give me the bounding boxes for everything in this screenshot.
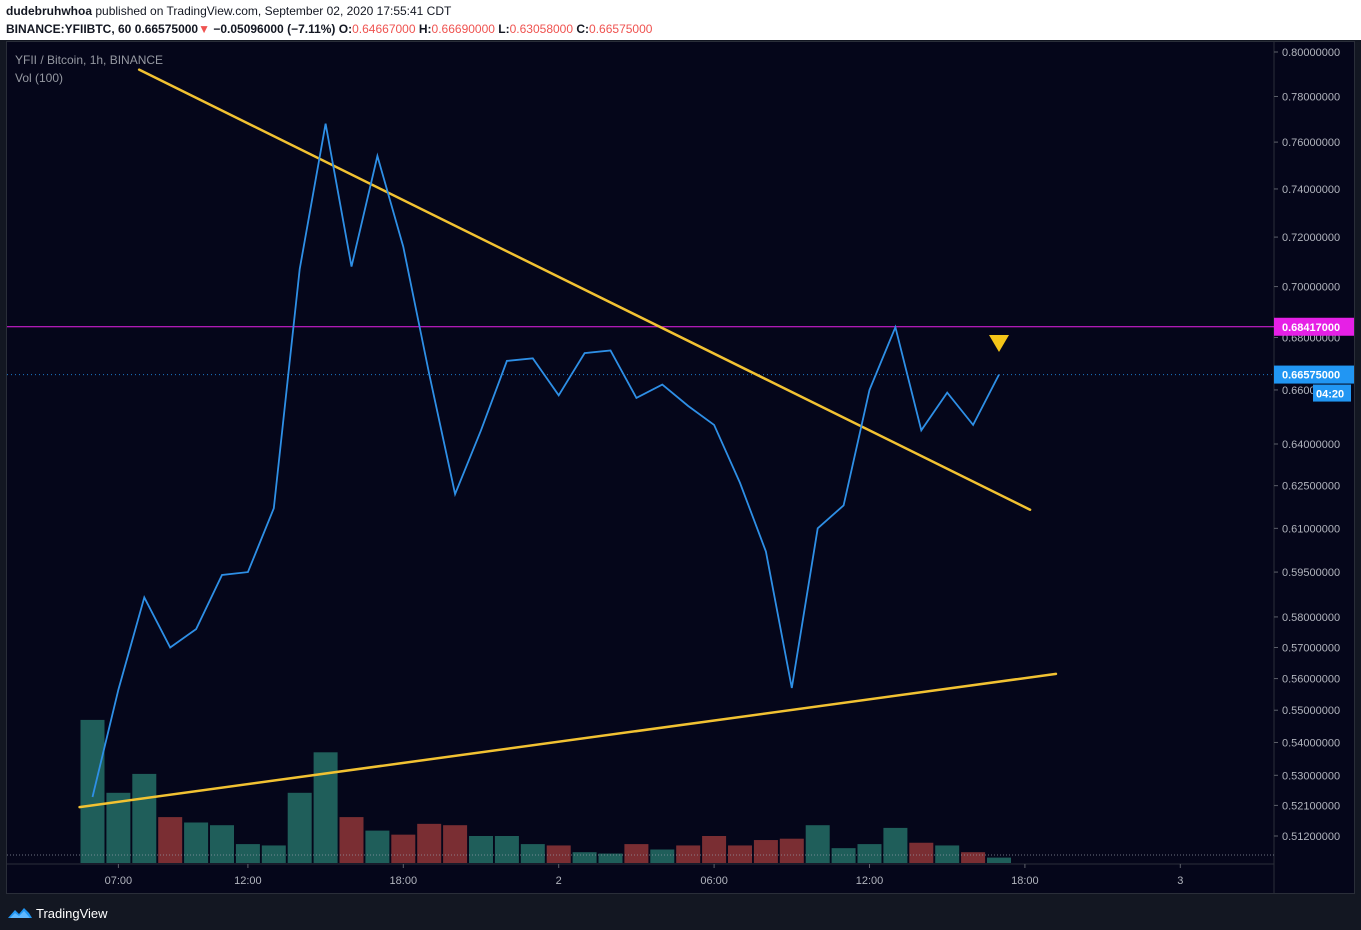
volume-bar bbox=[779, 838, 804, 863]
volume-bar bbox=[417, 823, 442, 863]
price-axis-label: 0.58000000 bbox=[1282, 612, 1340, 624]
volume-bar bbox=[261, 845, 286, 863]
volume-bar bbox=[469, 836, 493, 863]
volume-bar bbox=[158, 817, 183, 863]
volume-bar bbox=[857, 844, 882, 863]
volume-bar bbox=[391, 834, 416, 863]
horizontal-level-label: 0.68417000 bbox=[1282, 322, 1340, 334]
volume-bar bbox=[235, 844, 260, 863]
volume-bar bbox=[443, 825, 468, 863]
price-axis-label: 0.64000000 bbox=[1282, 439, 1340, 451]
volume-bar bbox=[676, 845, 701, 863]
volume-bar bbox=[987, 857, 1011, 863]
price-axis-label: 0.53000000 bbox=[1282, 770, 1340, 782]
tradingview-brand-text: TradingView bbox=[36, 905, 108, 921]
price-axis-label: 0.74000000 bbox=[1282, 184, 1340, 196]
time-axis-label: 18:00 bbox=[390, 875, 418, 887]
price-axis-label: 0.51200000 bbox=[1282, 831, 1340, 843]
volume-bar bbox=[831, 848, 856, 863]
volume-bar bbox=[883, 827, 908, 863]
volume-bar bbox=[624, 844, 649, 863]
price-axis-label: 0.78000000 bbox=[1282, 91, 1340, 103]
tradingview-cloud-icon bbox=[8, 908, 32, 918]
trendline bbox=[78, 672, 1058, 809]
time-axis-label: 3 bbox=[1177, 875, 1183, 887]
price-axis-label: 0.52100000 bbox=[1282, 800, 1340, 812]
series-legend[interactable]: YFII / Bitcoin, 1h, BINANCE bbox=[15, 53, 163, 67]
price-axis-label: 0.80000000 bbox=[1282, 47, 1340, 59]
time-axis-label: 07:00 bbox=[105, 875, 133, 887]
price-axis-label: 0.57000000 bbox=[1282, 642, 1340, 654]
price-axis-label: 0.54000000 bbox=[1282, 737, 1340, 749]
time-axis-label: 2 bbox=[556, 875, 562, 887]
footer-bar bbox=[0, 896, 1361, 930]
price-series-line bbox=[91, 123, 1000, 798]
volume-bar bbox=[287, 792, 312, 863]
volume-bar bbox=[494, 836, 519, 863]
volume-legend[interactable]: Vol (100) bbox=[15, 71, 63, 85]
price-axis-label: 0.55000000 bbox=[1282, 705, 1340, 717]
volume-bar bbox=[572, 852, 597, 863]
sell-signal-marker bbox=[989, 334, 1009, 352]
volume-bar bbox=[132, 773, 157, 863]
time-axis-label: 18:00 bbox=[1011, 875, 1039, 887]
volume-bar bbox=[805, 825, 830, 863]
volume-bar bbox=[753, 840, 778, 863]
volume-bar bbox=[80, 719, 105, 863]
volume-bar bbox=[184, 822, 209, 863]
volume-bar bbox=[365, 830, 390, 863]
price-axis-label: 0.61000000 bbox=[1282, 523, 1340, 535]
volume-bar bbox=[935, 845, 960, 863]
price-axis-label: 0.76000000 bbox=[1282, 137, 1340, 149]
current-price-label: 0.66575000 bbox=[1282, 370, 1340, 382]
price-axis-label: 0.56000000 bbox=[1282, 674, 1340, 686]
volume-bar bbox=[909, 842, 934, 863]
volume-bar bbox=[702, 836, 727, 863]
tradingview-logo[interactable]: TradingView bbox=[7, 904, 108, 922]
price-axis-label: 0.62500000 bbox=[1282, 481, 1340, 493]
price-axis-label: 0.72000000 bbox=[1282, 232, 1340, 244]
volume-bar bbox=[961, 852, 986, 863]
volume-bar bbox=[210, 825, 234, 863]
volume-bar bbox=[313, 752, 338, 863]
volume-bar bbox=[650, 849, 675, 863]
volume-bar bbox=[728, 845, 752, 863]
price-axis-label: 0.59500000 bbox=[1282, 567, 1340, 579]
volume-bar bbox=[546, 845, 571, 863]
time-axis-label: 12:00 bbox=[856, 875, 884, 887]
volume-bar bbox=[520, 844, 545, 863]
time-axis-label: 12:00 bbox=[234, 875, 262, 887]
price-axis-label: 0.70000000 bbox=[1282, 282, 1340, 294]
time-axis-label: 06:00 bbox=[700, 875, 728, 887]
trendline bbox=[137, 68, 1032, 511]
price-chart[interactable]: 0.80000000 0.78000000 0.76000000 0.74000000… bbox=[0, 0, 1361, 930]
volume-bar bbox=[339, 817, 364, 863]
countdown-label: 04:20 bbox=[1316, 389, 1344, 401]
